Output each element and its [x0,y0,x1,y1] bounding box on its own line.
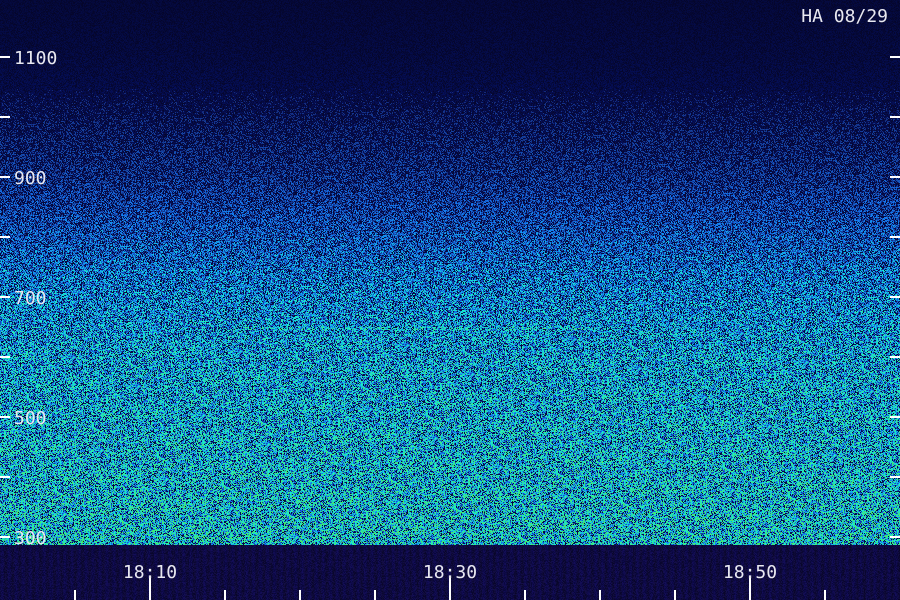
chart-title: HA 08/29 [801,6,888,27]
y-tick-label-700: 700 [14,288,47,309]
spectrogram: 300 500 700 900 1100 18:10 18:30 18:50 HA 08/2… [0,0,900,600]
x-tick-label-18:30: 18:30 [423,562,477,583]
y-tick-label-900: 900 [14,168,47,189]
x-axis: 18:10 18:30 18:50 [74,562,826,600]
axes-overlay: 300 500 700 900 1100 18:10 18:30 18:50 HA 08/2… [0,6,900,600]
y-axis: 300 500 700 900 1100 [0,48,900,549]
x-tick-label-18:10: 18:10 [123,562,177,583]
x-tick-label-18:50: 18:50 [723,562,777,583]
y-tick-label-500: 500 [14,408,47,429]
y-tick-label-300: 300 [14,528,47,549]
y-tick-label-1100: 1100 [14,48,57,69]
